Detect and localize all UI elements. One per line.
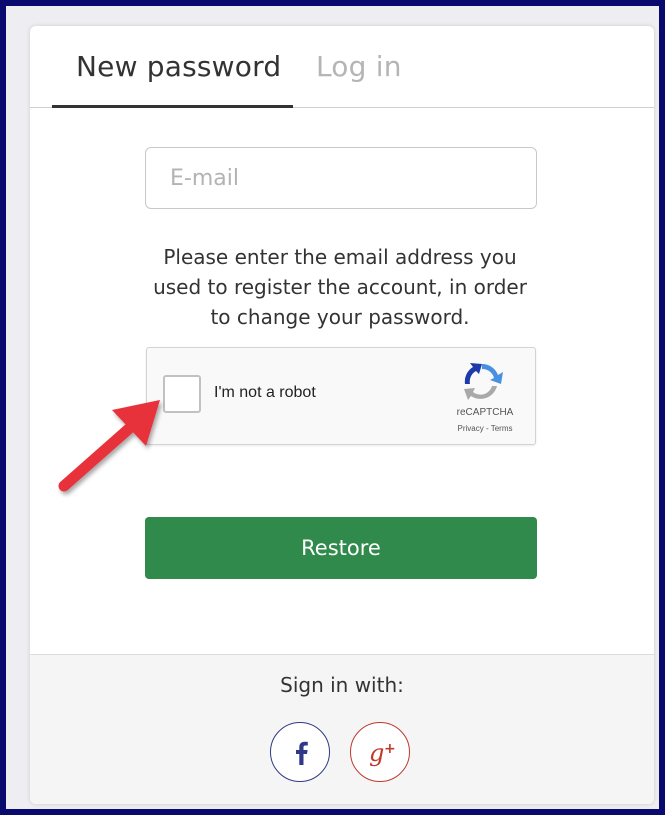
svg-text:+: + <box>384 741 396 757</box>
active-tab-indicator <box>52 105 293 108</box>
svg-text:g: g <box>369 739 384 767</box>
facebook-icon <box>296 741 308 765</box>
recaptcha-logo-icon <box>464 363 503 400</box>
google-plus-icon: g + <box>369 739 396 767</box>
tab-bar: New password Log in <box>30 26 654 108</box>
annotation-arrow-icon <box>58 400 160 492</box>
recaptcha-privacy-terms-link[interactable]: Privacy - Terms <box>445 424 525 433</box>
social-signin-footer: Sign in with: g + <box>30 654 654 804</box>
recaptcha-widget: I'm not a robot reCAPTCHA Privacy - Term… <box>146 347 536 445</box>
google-plus-signin-button[interactable]: g + <box>350 722 410 782</box>
help-text: Please enter the email address you used … <box>153 245 527 329</box>
tab-log-in[interactable]: Log in <box>316 50 402 83</box>
restore-button[interactable]: Restore <box>145 517 537 579</box>
signin-label: Sign in with: <box>280 673 404 697</box>
email-input[interactable] <box>145 147 537 209</box>
facebook-signin-button[interactable] <box>270 722 330 782</box>
recaptcha-label: I'm not a robot <box>214 384 316 401</box>
recaptcha-brand: reCAPTCHA <box>456 407 514 418</box>
tab-new-password[interactable]: New password <box>76 50 281 83</box>
